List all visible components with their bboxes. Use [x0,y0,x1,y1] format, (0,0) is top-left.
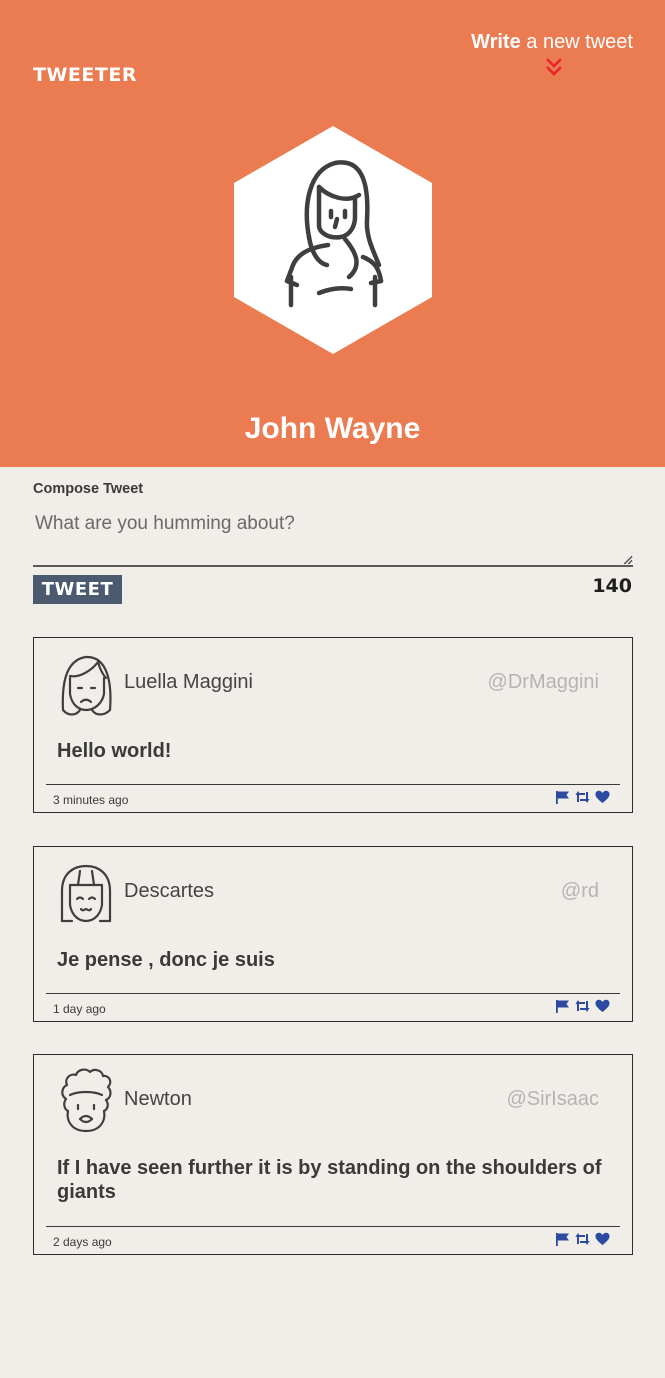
tweet-actions [555,1232,610,1246]
tweet-actions [555,790,610,804]
tweet-footer: 3 minutes ago [46,784,620,812]
tweet-timestamp: 2 days ago [53,1235,112,1249]
retweet-icon[interactable] [575,1232,590,1246]
tweet-card: Descartes @rd Je pense , donc je suis 1 … [33,846,633,1022]
tweet-actions [555,999,610,1013]
tweet-card: Luella Maggini @DrMaggini Hello world! 3… [33,637,633,813]
profile-header: TWEETER Write a new tweet John Wayne [0,0,665,467]
compose-label: Compose Tweet [33,481,144,497]
tweet-timestamp: 1 day ago [53,1002,106,1016]
tweet-author-name[interactable]: Luella Maggini [124,671,253,694]
profile-avatar [234,126,432,354]
tweet-text: Hello world! [57,740,172,762]
heart-icon[interactable] [595,1232,610,1246]
tweet-author-handle[interactable]: @SirIsaac [506,1088,599,1111]
tweet-footer: 1 day ago [46,993,620,1021]
tweet-card: Newton @SirIsaac If I have seen further … [33,1054,633,1255]
heart-icon[interactable] [595,790,610,804]
write-new-tweet-link[interactable]: Write a new tweet [471,31,633,54]
tweet-author-handle[interactable]: @rd [561,880,599,903]
resize-grip-icon[interactable] [623,555,633,565]
tweet-text: If I have seen further it is by standing… [57,1157,602,1203]
write-label-rest: a new tweet [520,31,633,53]
double-chevron-down-icon[interactable] [544,57,564,77]
retweet-icon[interactable] [575,999,590,1013]
flag-icon[interactable] [555,790,570,804]
user-avatar-icon [61,655,112,716]
tweet-submit-button[interactable]: TWEET [33,575,122,604]
tweet-timestamp: 3 minutes ago [53,793,129,807]
write-label-bold: Write [471,31,521,53]
app-logo[interactable]: TWEETER [33,64,137,86]
tweet-author-name[interactable]: Newton [124,1088,192,1111]
tweet-footer: 2 days ago [46,1226,620,1254]
tweet-author-name[interactable]: Descartes [124,880,214,903]
user-avatar-icon [61,1068,112,1133]
flag-icon[interactable] [555,999,570,1013]
profile-name: John Wayne [244,412,421,445]
heart-icon[interactable] [595,999,610,1013]
compose-tweet-input[interactable] [33,505,633,567]
tweet-text: Je pense , donc je suis [57,949,275,971]
flag-icon[interactable] [555,1232,570,1246]
character-counter: 140 [592,575,632,597]
tweet-author-handle[interactable]: @DrMaggini [488,671,599,694]
retweet-icon[interactable] [575,790,590,804]
user-avatar-icon [60,864,112,923]
